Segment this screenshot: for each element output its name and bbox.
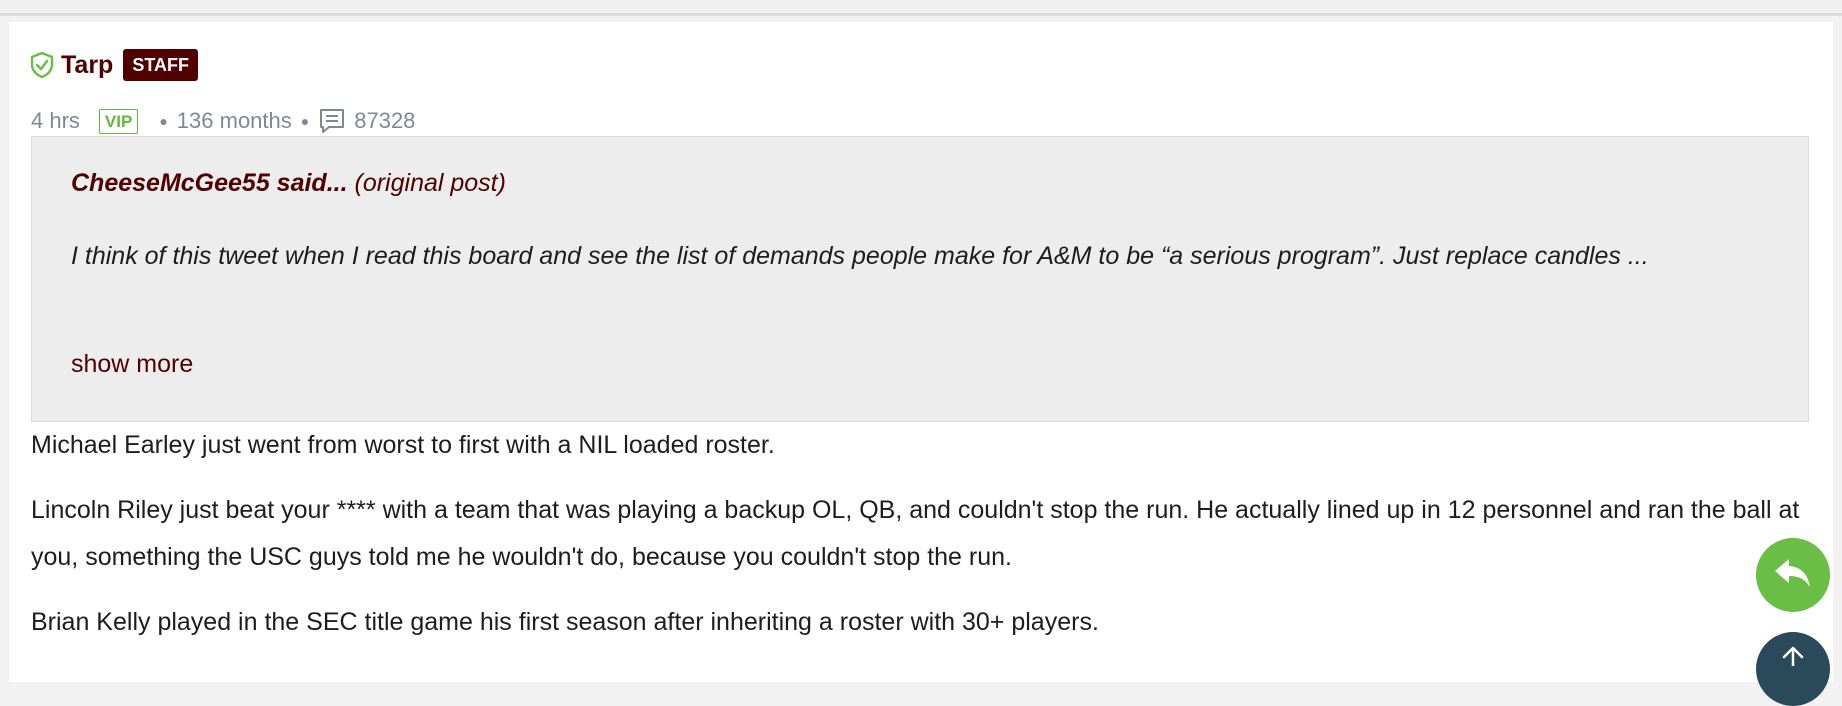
quote-text: I think of this tweet when I read this b… xyxy=(71,242,1649,270)
original-post-link[interactable]: (original post) xyxy=(355,169,506,197)
vip-badge: VIP xyxy=(98,108,139,134)
reply-button[interactable] xyxy=(1756,538,1830,612)
top-bar xyxy=(0,0,1842,16)
quote-author[interactable]: CheeseMcGee55 said... xyxy=(71,169,348,197)
post-paragraph: Michael Earley just went from worst to f… xyxy=(31,431,775,459)
author-row: Tarp STAFF xyxy=(29,47,198,83)
post-card: Tarp STAFF 4 hrs VIP ● 136 months ● 8732… xyxy=(9,22,1833,682)
shield-check-icon xyxy=(29,51,55,79)
author-name[interactable]: Tarp xyxy=(61,51,113,80)
scroll-to-top-button[interactable] xyxy=(1756,632,1830,706)
staff-badge: STAFF xyxy=(123,49,198,81)
separator-dot: ● xyxy=(159,113,168,129)
separator-dot: ● xyxy=(300,113,310,129)
comment-icon xyxy=(318,107,346,135)
post-time: 4 hrs xyxy=(31,108,80,133)
post-count: 87328 xyxy=(354,108,416,133)
reply-arrow-icon xyxy=(1773,557,1813,594)
post-paragraph: Lincoln Riley just beat your **** with a… xyxy=(31,496,1800,571)
post-paragraph: Brian Kelly played in the SEC title game… xyxy=(31,608,1099,636)
quote-block: CheeseMcGee55 said... (original post) I … xyxy=(31,136,1809,422)
member-tenure: 136 months xyxy=(176,108,292,133)
post-meta: 4 hrs VIP ● 136 months ● 87328 xyxy=(31,106,415,136)
quote-header: CheeseMcGee55 said... (original post) xyxy=(71,169,506,198)
arrow-up-icon xyxy=(1781,646,1805,671)
post-body: Michael Earley just went from worst to f… xyxy=(31,422,1821,664)
show-more-link[interactable]: show more xyxy=(71,350,193,379)
